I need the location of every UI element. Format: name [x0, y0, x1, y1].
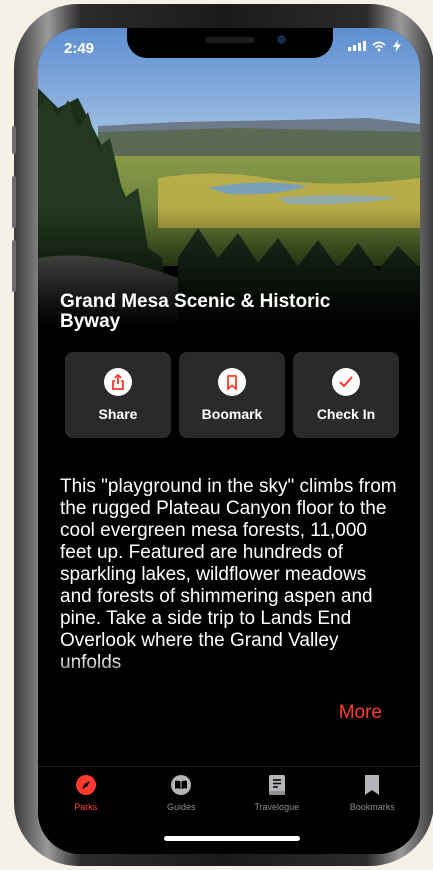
- speaker-grille: [205, 37, 255, 43]
- device-notch: [127, 28, 333, 58]
- tab-travelogue-label: Travelogue: [254, 802, 300, 812]
- share-icon: [104, 368, 132, 396]
- tab-parks-label: Parks: [74, 802, 98, 812]
- status-icons: [348, 40, 402, 52]
- signal-icon: [348, 41, 366, 51]
- check-in-button[interactable]: Check In: [293, 352, 399, 438]
- compass-icon: [74, 773, 98, 797]
- tab-bookmarks[interactable]: Bookmarks: [332, 773, 412, 854]
- tab-parks[interactable]: Parks: [46, 773, 126, 854]
- check-in-label: Check In: [316, 406, 376, 422]
- wifi-icon: [372, 41, 386, 51]
- silent-switch: [12, 126, 16, 154]
- volume-up-button: [12, 176, 16, 228]
- share-label: Share: [98, 406, 138, 422]
- tab-bookmarks-label: Bookmarks: [349, 802, 395, 812]
- front-camera: [277, 35, 286, 44]
- checkmark-icon: [332, 368, 360, 396]
- notebook-icon: [265, 773, 289, 797]
- hero-image: [38, 28, 420, 328]
- book-icon: [169, 773, 193, 797]
- home-indicator[interactable]: [164, 836, 300, 841]
- park-description: This "playground in the sky" climbs from…: [60, 476, 397, 673]
- description-fade: [38, 656, 420, 700]
- action-buttons: Share Boomark Check In: [65, 352, 401, 438]
- volume-down-button: [12, 240, 16, 292]
- page-title: Grand Mesa Scenic & Historic Byway: [60, 291, 331, 332]
- share-button[interactable]: Share: [65, 352, 171, 438]
- more-link[interactable]: More: [339, 702, 382, 724]
- tab-guides-label: Guides: [166, 802, 196, 812]
- bookmark-icon: [360, 773, 384, 797]
- app-screen: 2:49 Grand Mesa Scenic & Historic Byway …: [38, 28, 420, 854]
- status-time: 2:49: [64, 40, 95, 57]
- bookmark-button[interactable]: Boomark: [179, 352, 285, 438]
- charging-bolt-icon: [393, 40, 401, 52]
- bookmark-label: Boomark: [201, 406, 263, 422]
- tab-travelogue[interactable]: Travelogue: [237, 773, 317, 854]
- bookmark-icon: [218, 368, 246, 396]
- tab-guides[interactable]: Guides: [141, 773, 221, 854]
